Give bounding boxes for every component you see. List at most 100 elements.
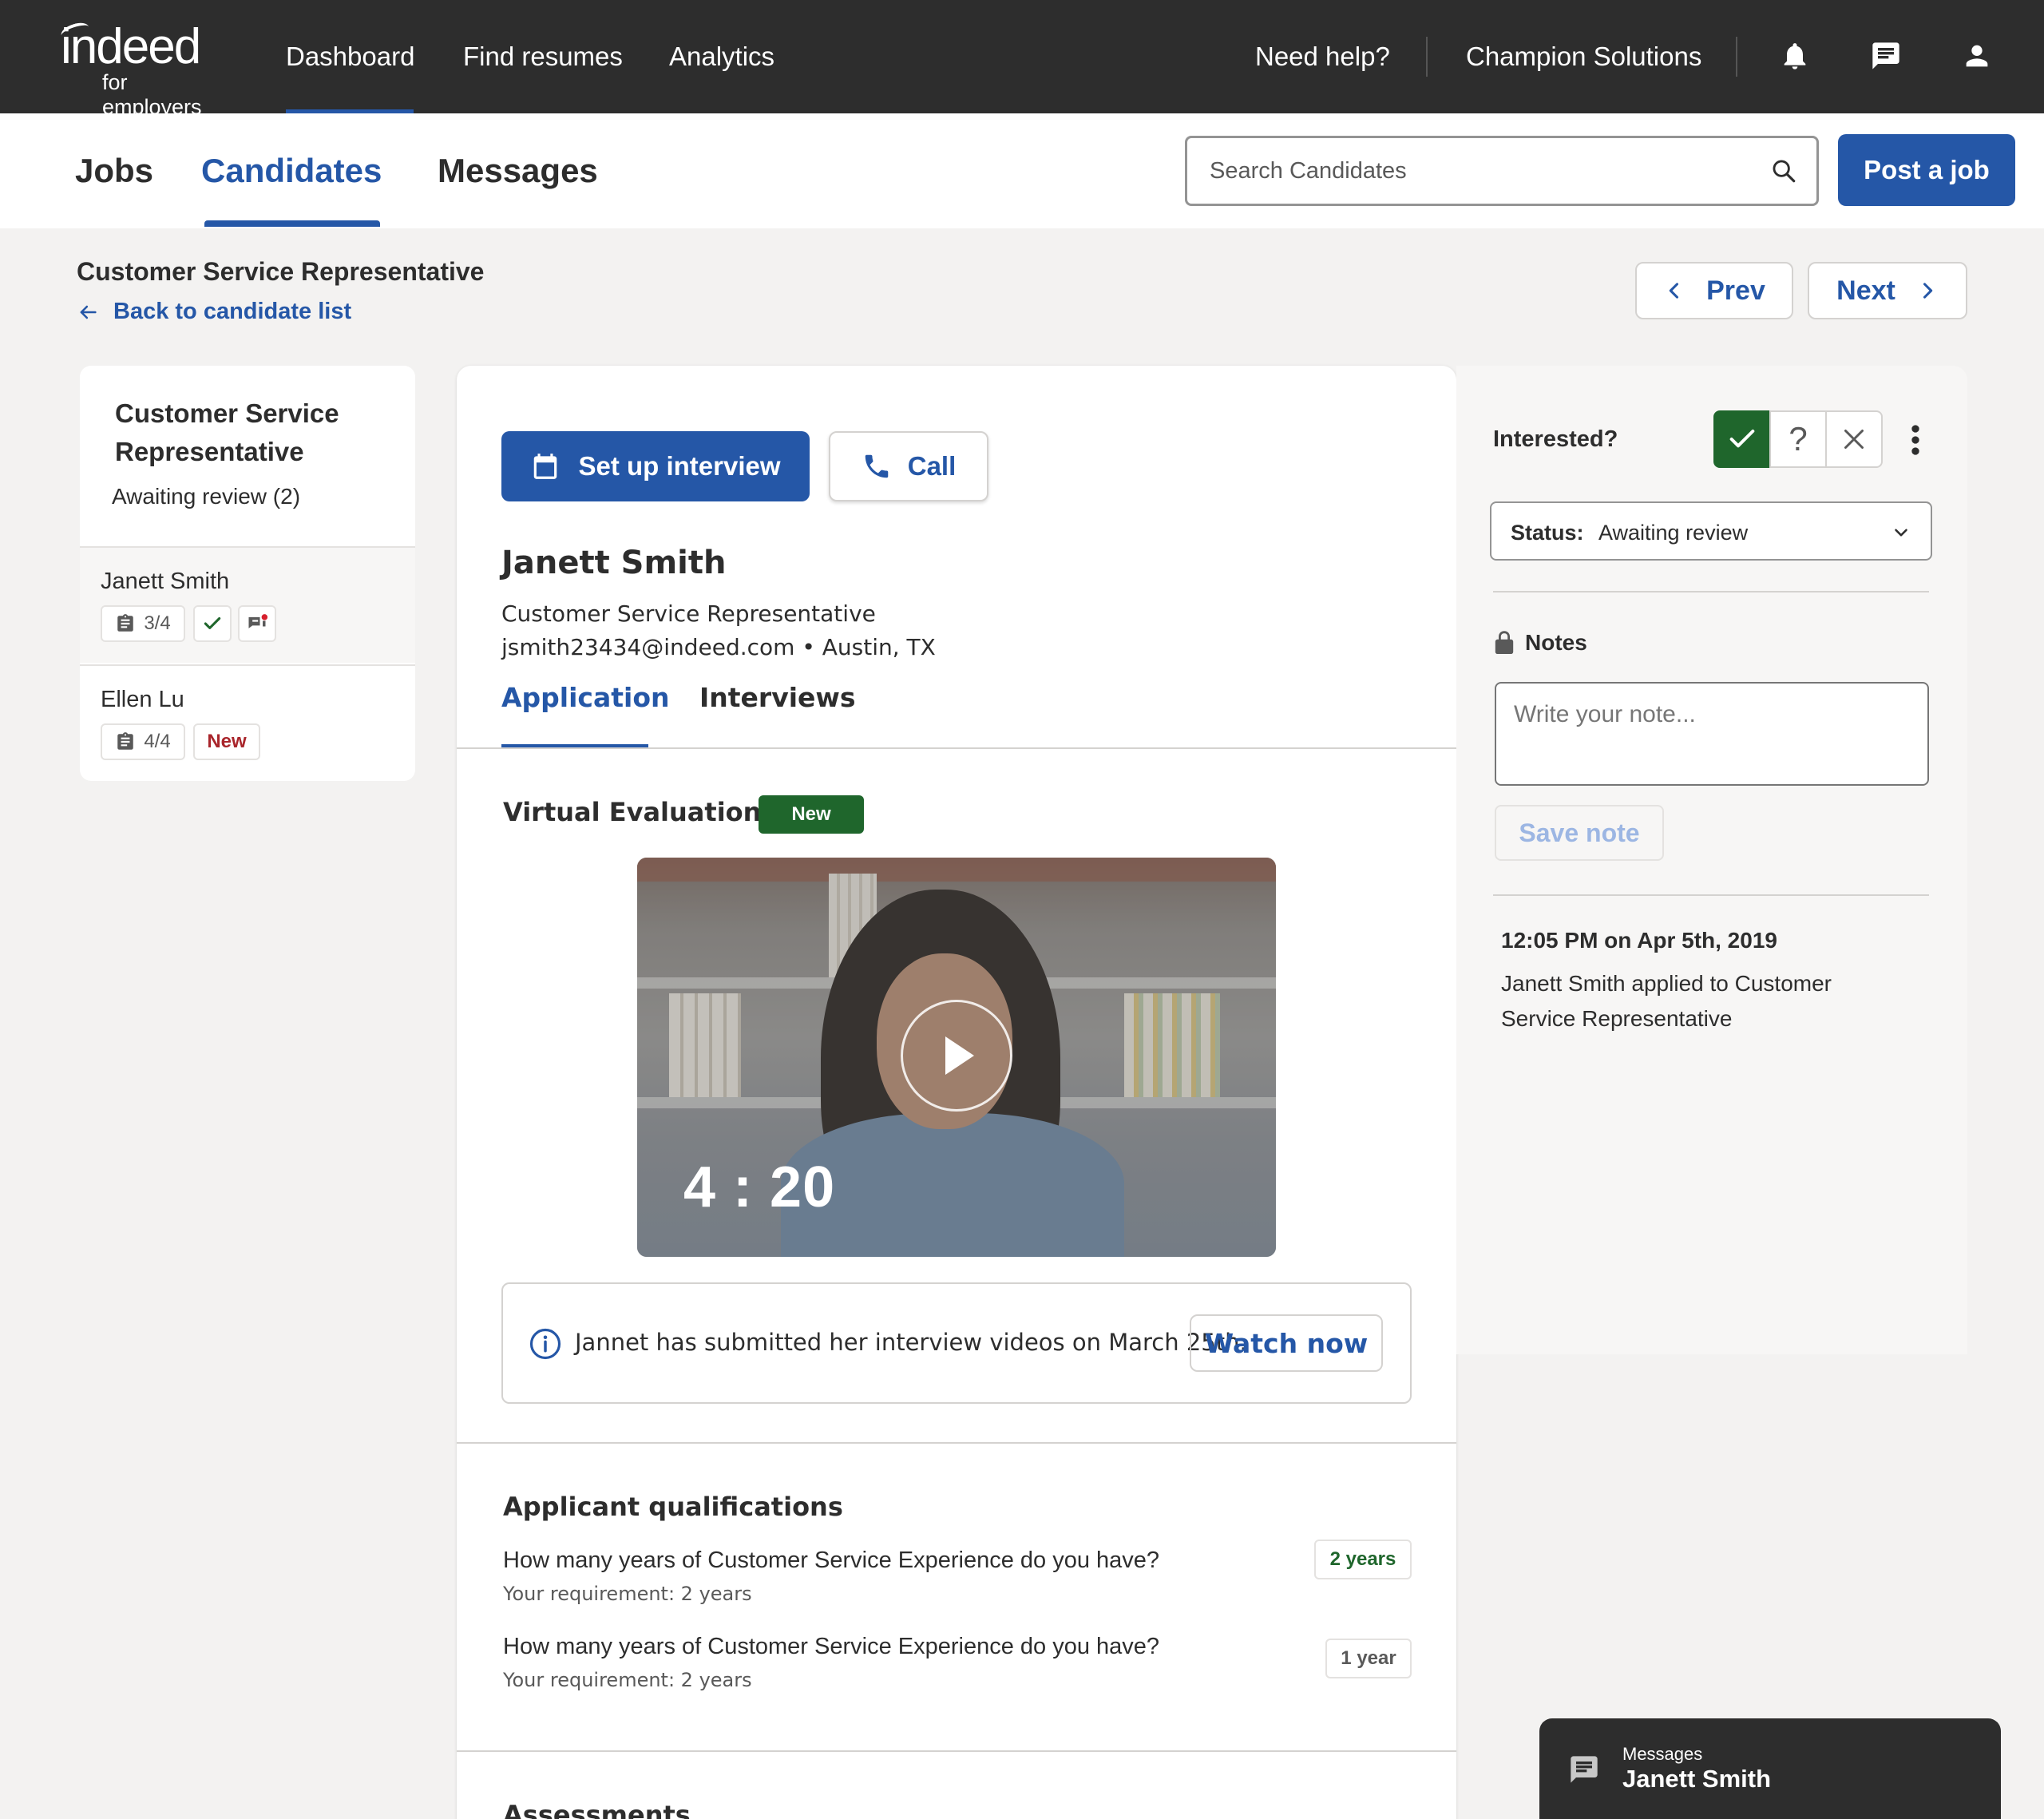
search-icon[interactable] (1770, 157, 1797, 184)
interested-yes-button[interactable] (1713, 410, 1771, 468)
interested-label: Interested? (1493, 426, 1618, 452)
calendar-icon (534, 454, 557, 479)
bell-icon[interactable] (1779, 40, 1811, 72)
check-icon (204, 616, 221, 629)
status-label: Status: (1511, 521, 1584, 545)
candidate-item-ellen-lu[interactable]: Ellen Lu 4/4 New (80, 664, 415, 781)
divider (457, 1750, 1456, 1752)
nav-analytics[interactable]: Analytics (669, 42, 774, 72)
arrow-left-icon (80, 305, 97, 319)
nav-find-resumes[interactable]: Find resumes (463, 42, 623, 72)
chevron-right-icon (1923, 283, 1933, 299)
company-switcher[interactable]: Champion Solutions (1466, 42, 1701, 72)
lock-icon (1495, 631, 1514, 654)
video-duration: 4 : 20 (683, 1155, 836, 1219)
interested-chip (193, 605, 232, 642)
need-help-link[interactable]: Need help? (1255, 42, 1390, 72)
list-status-count: Awaiting review (2) (112, 484, 301, 509)
tab-interviews[interactable]: Interviews (699, 682, 856, 713)
candidate-contact: jsmith23434@indeed.com • Austin, TX (501, 634, 936, 660)
play-icon (945, 1036, 974, 1075)
status-value: Awaiting review (1598, 521, 1749, 545)
qualifications-title: Applicant qualifications (503, 1492, 843, 1522)
tab-candidates[interactable]: Candidates (201, 152, 382, 190)
candidate-detail-panel: Set up interview Call Janett Smith Custo… (457, 366, 1456, 1819)
video-player[interactable]: 4 : 20 (637, 858, 1276, 1257)
top-navigation-bar: indeed for employers Dashboard Find resu… (0, 0, 2044, 119)
check-icon (1729, 430, 1755, 448)
next-label: Next (1836, 275, 1895, 306)
clipboard-icon (117, 614, 134, 632)
activity-description: Janett Smith applied to Customer Service… (1501, 971, 1832, 1031)
info-icon (529, 1328, 561, 1360)
review-sidebar: Interested? ? Status: Awaiting review No… (1456, 366, 1967, 1354)
interested-no-button[interactable] (1825, 410, 1883, 468)
divider (1493, 894, 1929, 896)
divider (1493, 591, 1929, 592)
clipboard-icon (117, 732, 134, 750)
message-icon (1571, 1756, 1598, 1783)
new-badge: New (193, 723, 260, 760)
back-link-label: Back to candidate list (113, 299, 352, 324)
save-note-button[interactable]: Save note (1495, 805, 1664, 861)
tab-jobs[interactable]: Jobs (75, 152, 153, 190)
candidate-item-janett-smith[interactable]: Janett Smith 3/4 (80, 546, 415, 663)
call-label: Call (907, 451, 957, 481)
tab-application[interactable]: Application (501, 682, 670, 713)
active-tab-indicator (204, 220, 380, 227)
notes-header: Notes (1493, 629, 1587, 656)
notes-input[interactable] (1514, 701, 1913, 773)
progress-value: 4/4 (144, 731, 171, 752)
progress-chip: 3/4 (101, 605, 185, 642)
set-up-interview-button[interactable]: Set up interview (501, 431, 810, 501)
nav-dashboard[interactable]: Dashboard (286, 42, 414, 72)
qualification-requirement: Your requirement: 2 years (503, 1669, 752, 1691)
chat-icon[interactable] (1870, 40, 1902, 72)
assessments-title: Assessments (503, 1800, 691, 1819)
chevron-left-icon (1669, 283, 1679, 299)
more-options-icon[interactable] (1910, 423, 1921, 457)
set-up-interview-label: Set up interview (578, 451, 781, 481)
call-button[interactable]: Call (829, 431, 988, 501)
qualification-requirement: Your requirement: 2 years (503, 1583, 752, 1605)
progress-chip: 4/4 (101, 723, 185, 760)
prev-button[interactable]: Prev (1635, 262, 1793, 319)
watch-now-button[interactable]: Watch now (1190, 1314, 1383, 1372)
logo-subtitle: for employers (102, 70, 202, 119)
post-job-button[interactable]: Post a job (1838, 134, 2015, 206)
close-icon (1844, 430, 1864, 449)
notes-title: Notes (1525, 630, 1587, 655)
divider (1426, 37, 1428, 77)
info-message: Jannet has submitted her interview video… (575, 1329, 1247, 1356)
candidate-role: Customer Service Representative (501, 600, 876, 627)
virtual-evaluations-title: Virtual Evaluations (503, 797, 777, 827)
dock-contact-name: Janett Smith (1622, 1765, 1772, 1793)
qualification-question: How many years of Customer Service Exper… (503, 1548, 1160, 1573)
divider (457, 747, 1456, 749)
message-chip (238, 605, 276, 642)
indeed-logo[interactable]: indeed for employers (59, 19, 228, 119)
candidate-name: Ellen Lu (101, 687, 184, 712)
divider (457, 1442, 1456, 1444)
progress-value: 3/4 (144, 612, 171, 634)
candidate-list-panel: Customer Service Representative Awaiting… (80, 366, 415, 781)
prev-label: Prev (1706, 275, 1765, 306)
search-input[interactable] (1210, 138, 1753, 204)
tab-messages[interactable]: Messages (438, 152, 598, 190)
back-to-list-link[interactable]: Back to candidate list (77, 299, 351, 325)
candidate-name-heading: Janett Smith (501, 545, 727, 581)
interested-maybe-button[interactable]: ? (1769, 410, 1827, 468)
candidate-name: Janett Smith (101, 569, 230, 594)
list-job-title: Customer Service Representative (115, 398, 339, 466)
messages-dock[interactable]: Messages Janett Smith (1539, 1718, 2001, 1819)
new-badge: New (759, 795, 864, 834)
unread-message-icon (248, 614, 268, 628)
next-button[interactable]: Next (1808, 262, 1967, 319)
job-title-heading: Customer Service Representative (77, 257, 485, 286)
activity-timestamp: 12:05 PM on Apr 5th, 2019 (1501, 928, 1777, 953)
account-icon[interactable] (1961, 40, 1993, 72)
search-box (1185, 136, 1819, 206)
phone-icon (865, 454, 888, 478)
status-dropdown[interactable]: Status: Awaiting review (1490, 501, 1932, 561)
qualification-answer: 2 years (1314, 1540, 1412, 1579)
